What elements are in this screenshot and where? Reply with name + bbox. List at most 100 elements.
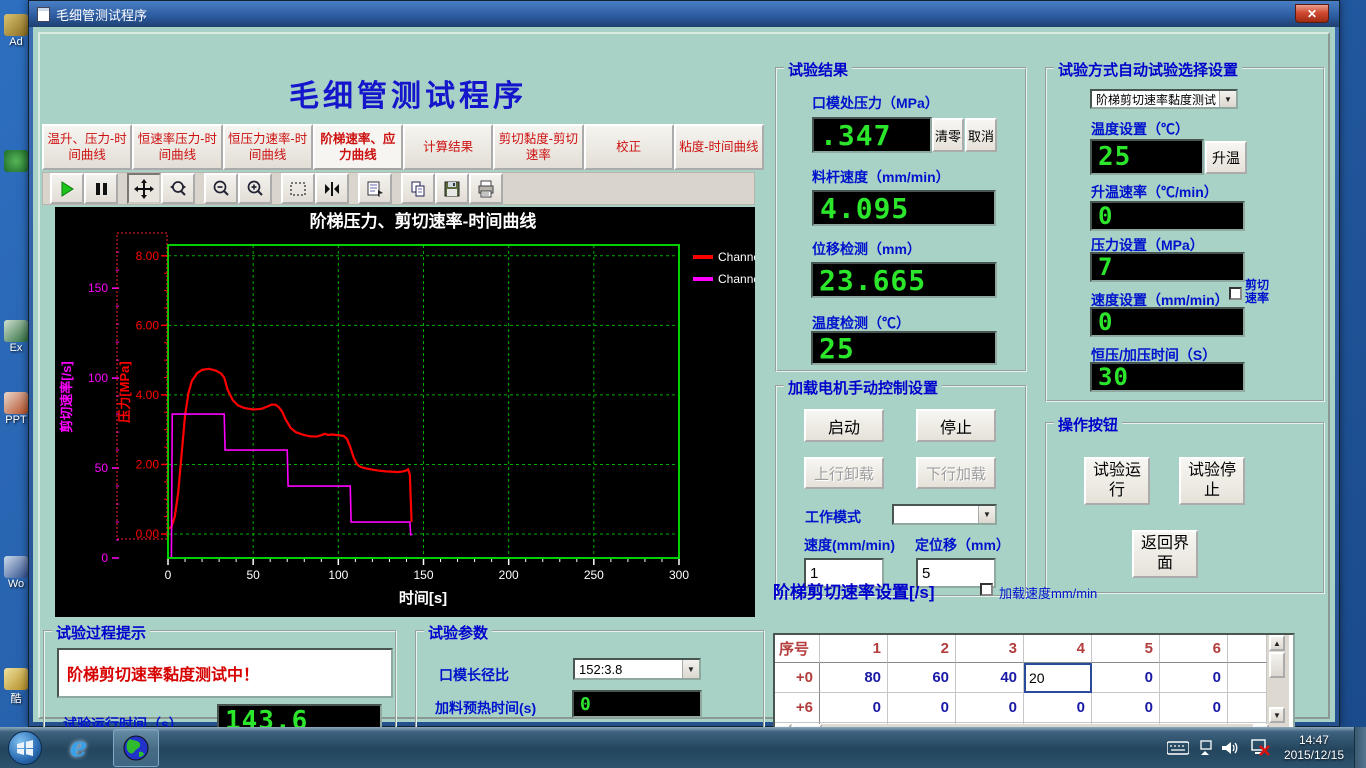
tab-calibration[interactable]: 校正 — [584, 124, 674, 170]
tab-step-rate-stress[interactable]: 阶梯速率、应力曲线 — [313, 124, 403, 170]
svg-text:6.00: 6.00 — [136, 318, 160, 332]
pause-button[interactable] — [84, 173, 118, 204]
start-button[interactable] — [8, 731, 42, 765]
table-cell[interactable]: 40 — [956, 663, 1024, 693]
shear-rate-checkbox-label: 剪切 速率 — [1245, 279, 1269, 305]
close-button[interactable]: ✕ — [1295, 4, 1329, 23]
table-cell-editing[interactable]: 20 — [1024, 663, 1092, 693]
scroll-down-arrow[interactable]: ▼ — [1269, 707, 1285, 723]
zoom-window-button[interactable] — [161, 173, 195, 204]
row-label[interactable]: +0 — [775, 663, 820, 693]
desktop-icon-music[interactable]: 酷 — [1, 668, 31, 706]
table-cell[interactable]: 0 — [888, 693, 956, 723]
volume-tray-icon[interactable] — [1221, 740, 1241, 756]
keyboard-tray-icon[interactable] — [1167, 741, 1189, 755]
tab-temp-pressure-time[interactable]: 温升、压力-时间曲线 — [42, 124, 132, 170]
stop-button[interactable]: 停止 — [916, 409, 996, 442]
test-params-panel: 试验参数 口模长径比 152:3.8 ▼ 加料预热时间(s) 0 — [415, 630, 765, 742]
die-ratio-select[interactable]: 152:3.8 ▼ — [573, 658, 701, 680]
tab-bar: 温升、压力-时间曲线 恒速率压力-时间曲线 恒压力速率-时间曲线 阶梯速率、应力… — [42, 124, 764, 170]
table-cell[interactable]: 0 — [1160, 663, 1228, 693]
network-disconnected-tray-icon[interactable] — [1250, 739, 1272, 757]
tab-const-pressure-rate-time[interactable]: 恒压力速率-时间曲线 — [223, 124, 313, 170]
start-button[interactable]: 启动 — [804, 409, 884, 442]
svg-text:250: 250 — [584, 568, 604, 582]
taskbar: e 14:47 2015/12/15 — [0, 727, 1366, 768]
table-cell[interactable]: 0 — [820, 693, 888, 723]
scroll-up-arrow[interactable]: ▲ — [1269, 635, 1285, 651]
v-scroll-thumb[interactable] — [1269, 652, 1285, 678]
v-scrollbar[interactable]: ▲ ▼ — [1267, 635, 1289, 724]
chevron-down-icon[interactable]: ▼ — [978, 506, 995, 523]
table-cell[interactable]: 0 — [956, 693, 1024, 723]
green-app-icon — [4, 150, 28, 172]
properties-button[interactable] — [358, 173, 392, 204]
work-mode-select[interactable]: ▼ — [892, 504, 997, 525]
col-header[interactable]: 5 — [1092, 635, 1160, 663]
operation-panel: 操作按钮 试验运行 试验停止 返回界面 — [1045, 422, 1325, 594]
heat-button[interactable]: 升温 — [1205, 141, 1247, 174]
test-run-button[interactable]: 试验运行 — [1084, 457, 1150, 505]
col-header[interactable]: 6 — [1160, 635, 1228, 663]
chevron-down-icon[interactable]: ▼ — [682, 660, 699, 678]
save-button[interactable] — [435, 173, 469, 204]
heat-rate-label: 升温速率（℃/min） — [1091, 182, 1218, 202]
cancel-button[interactable]: 取消 — [965, 118, 997, 152]
table-cell[interactable]: 60 — [888, 663, 956, 693]
chevron-down-icon[interactable]: ▼ — [1219, 91, 1236, 107]
titlebar[interactable]: 毛细管测试程序 — [29, 1, 1339, 27]
clock-date: 2015/12/15 — [1284, 748, 1344, 763]
print-button[interactable] — [469, 173, 503, 204]
result-panel-title: 试验结果 — [784, 59, 852, 80]
table-cell[interactable]: 0 — [1160, 693, 1228, 723]
shear-rate-checkbox[interactable] — [1229, 287, 1242, 300]
desktop-icon-ppt[interactable]: PPT — [1, 392, 31, 426]
load-speed-checkbox[interactable] — [980, 583, 993, 596]
ie-taskbar-icon[interactable]: e — [70, 732, 87, 763]
tab-calc-result[interactable]: 计算结果 — [403, 124, 493, 170]
down-load-button[interactable]: 下行加载 — [916, 457, 996, 489]
test-mode-value: 阶梯剪切速率黏度测试 — [1092, 91, 1219, 107]
copy-button[interactable] — [401, 173, 435, 204]
desktop-icon-adobe[interactable]: Ad — [1, 14, 31, 48]
fit-axes-button[interactable] — [315, 173, 349, 204]
table-cell[interactable]: 0 — [1024, 693, 1092, 723]
row-label[interactable]: +6 — [775, 693, 820, 723]
pan-button[interactable] — [127, 173, 161, 204]
zoom-in-button[interactable] — [238, 173, 272, 204]
test-stop-button[interactable]: 试验停止 — [1179, 457, 1245, 505]
play-button[interactable] — [50, 173, 84, 204]
col-header[interactable]: 2 — [888, 635, 956, 663]
svg-text:0.00: 0.00 — [136, 527, 160, 541]
table-cell[interactable]: 0 — [1092, 693, 1160, 723]
pressure-axis-label: 压力[MPa] — [117, 361, 132, 422]
die-ratio-value: 152:3.8 — [575, 660, 682, 678]
tab-const-rate-pressure-time[interactable]: 恒速率压力-时间曲线 — [132, 124, 222, 170]
svg-text:2.00: 2.00 — [136, 457, 160, 471]
back-button[interactable]: 返回界面 — [1132, 530, 1198, 578]
table-cell[interactable]: 80 — [820, 663, 888, 693]
tab-viscosity-time[interactable]: 粘度-时间曲线 — [674, 124, 764, 170]
desktop-icon-green-app[interactable] — [1, 150, 31, 172]
show-desktop-button[interactable] — [1354, 727, 1366, 768]
desktop-icon-excel[interactable]: Ex — [1, 320, 31, 354]
col-header[interactable]: 3 — [956, 635, 1024, 663]
powerpoint-icon — [4, 392, 28, 414]
desktop-icon-word[interactable]: Wo — [1, 556, 31, 590]
show-hidden-icons-button[interactable] — [1198, 740, 1212, 756]
temp-detect-display: 25 — [811, 331, 997, 365]
up-unload-button[interactable]: 上行卸载 — [804, 457, 884, 489]
col-header[interactable]: 4 — [1024, 635, 1092, 663]
active-app-taskbar-button[interactable] — [113, 729, 159, 767]
test-mode-select[interactable]: 阶梯剪切速率黏度测试 ▼ — [1090, 89, 1238, 109]
col-header[interactable]: 1 — [820, 635, 888, 663]
clear-button[interactable]: 清零 — [932, 118, 964, 152]
table-cell-extra — [1228, 693, 1267, 723]
tab-shear-viscosity-rate[interactable]: 剪切黏度-剪切速率 — [493, 124, 583, 170]
table-cell[interactable]: 0 — [1092, 663, 1160, 693]
select-region-button[interactable] — [281, 173, 315, 204]
excel-icon — [4, 320, 28, 342]
zoom-out-button[interactable] — [204, 173, 238, 204]
step-pressure-shear-rate-chart[interactable]: 阶梯压力、剪切速率-时间曲线050100150200250300时间[s]050… — [55, 207, 755, 617]
taskbar-clock[interactable]: 14:47 2015/12/15 — [1284, 733, 1344, 763]
